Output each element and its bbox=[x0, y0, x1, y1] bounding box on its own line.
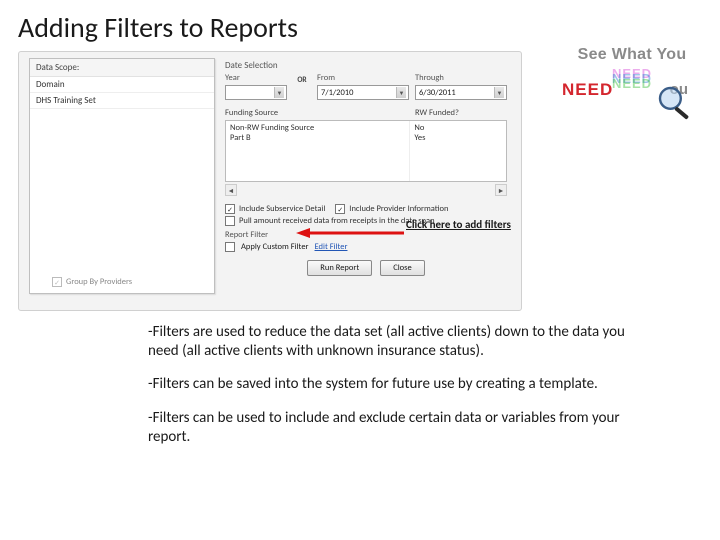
checkbox-icon[interactable]: ✓ bbox=[225, 204, 235, 214]
run-report-button[interactable]: Run Report bbox=[307, 260, 372, 276]
checkbox-icon[interactable]: ✓ bbox=[335, 204, 345, 214]
scroll-left-icon[interactable]: ◄ bbox=[225, 184, 237, 196]
apply-custom-filter-label: Apply Custom Filter bbox=[241, 242, 309, 252]
list-item[interactable]: Yes bbox=[414, 133, 502, 143]
paragraph: -Filters can be saved into the system fo… bbox=[148, 375, 646, 394]
scroll-right-icon[interactable]: ► bbox=[495, 184, 507, 196]
or-label: OR bbox=[293, 73, 311, 86]
logo-need-text: NEED bbox=[562, 80, 613, 100]
year-dropdown[interactable]: ▼ bbox=[225, 85, 287, 100]
checkbox-icon: ✓ bbox=[52, 277, 62, 287]
list-item[interactable]: DHS Training Set bbox=[30, 93, 214, 109]
data-scope-panel: Data Scope: Domain DHS Training Set ✓ Gr… bbox=[29, 58, 215, 294]
list-item[interactable]: Non-RW Funding Source bbox=[230, 123, 405, 133]
date-selection-panel: Date Selection Year ▼ OR From 7/1/2010 ▼ bbox=[221, 58, 511, 294]
logo-line1: See What You bbox=[562, 46, 702, 64]
group-by-providers-checkbox: ✓ Group By Providers bbox=[52, 277, 132, 287]
checkbox-icon[interactable] bbox=[225, 216, 235, 226]
report-filter-label: Report Filter bbox=[221, 230, 511, 240]
rw-funded-label: RW Funded? bbox=[415, 108, 507, 118]
app-window: Data Scope: Domain DHS Training Set ✓ Gr… bbox=[18, 51, 522, 311]
through-date-value: 6/30/2011 bbox=[419, 88, 456, 98]
list-item[interactable]: No bbox=[414, 123, 502, 133]
see-what-you-need-logo: See What You NEED NEED NEED NEED ou bbox=[562, 46, 702, 104]
paragraph: -Filters can be used to include and excl… bbox=[148, 409, 646, 447]
list-item[interactable]: Domain bbox=[30, 77, 214, 93]
body-text: -Filters are used to reduce the data set… bbox=[148, 323, 646, 461]
through-label: Through bbox=[415, 73, 507, 83]
data-scope-label: Data Scope: bbox=[30, 59, 214, 77]
paragraph: -Filters are used to reduce the data set… bbox=[148, 323, 646, 361]
group-by-label: Group By Providers bbox=[66, 277, 132, 287]
close-button[interactable]: Close bbox=[380, 260, 425, 276]
include-subservice-label: Include Subservice Detail bbox=[239, 204, 325, 214]
from-date-field[interactable]: 7/1/2010 ▼ bbox=[317, 85, 409, 100]
funding-source-list[interactable]: Non-RW Funding Source Part B No Yes bbox=[225, 120, 507, 182]
include-provider-label: Include Provider Information bbox=[349, 204, 448, 214]
through-date-field[interactable]: 6/30/2011 ▼ bbox=[415, 85, 507, 100]
year-label: Year bbox=[225, 73, 287, 83]
from-date-value: 7/1/2010 bbox=[321, 88, 353, 98]
from-label: From bbox=[317, 73, 409, 83]
funding-source-label: Funding Source bbox=[225, 108, 409, 118]
chevron-down-icon: ▼ bbox=[274, 87, 284, 98]
chevron-down-icon: ▼ bbox=[494, 87, 504, 98]
pull-amount-label: Pull amount received data from receipts … bbox=[239, 216, 435, 226]
list-item[interactable]: Part B bbox=[230, 133, 405, 143]
data-scope-list[interactable]: Domain DHS Training Set bbox=[30, 77, 214, 109]
edit-filter-link[interactable]: Edit Filter bbox=[315, 242, 348, 252]
magnifier-icon bbox=[656, 84, 696, 124]
date-selection-label: Date Selection bbox=[221, 58, 511, 73]
chevron-down-icon: ▼ bbox=[396, 87, 406, 98]
page-title: Adding Filters to Reports bbox=[0, 0, 720, 51]
checkbox-icon[interactable] bbox=[225, 242, 235, 252]
